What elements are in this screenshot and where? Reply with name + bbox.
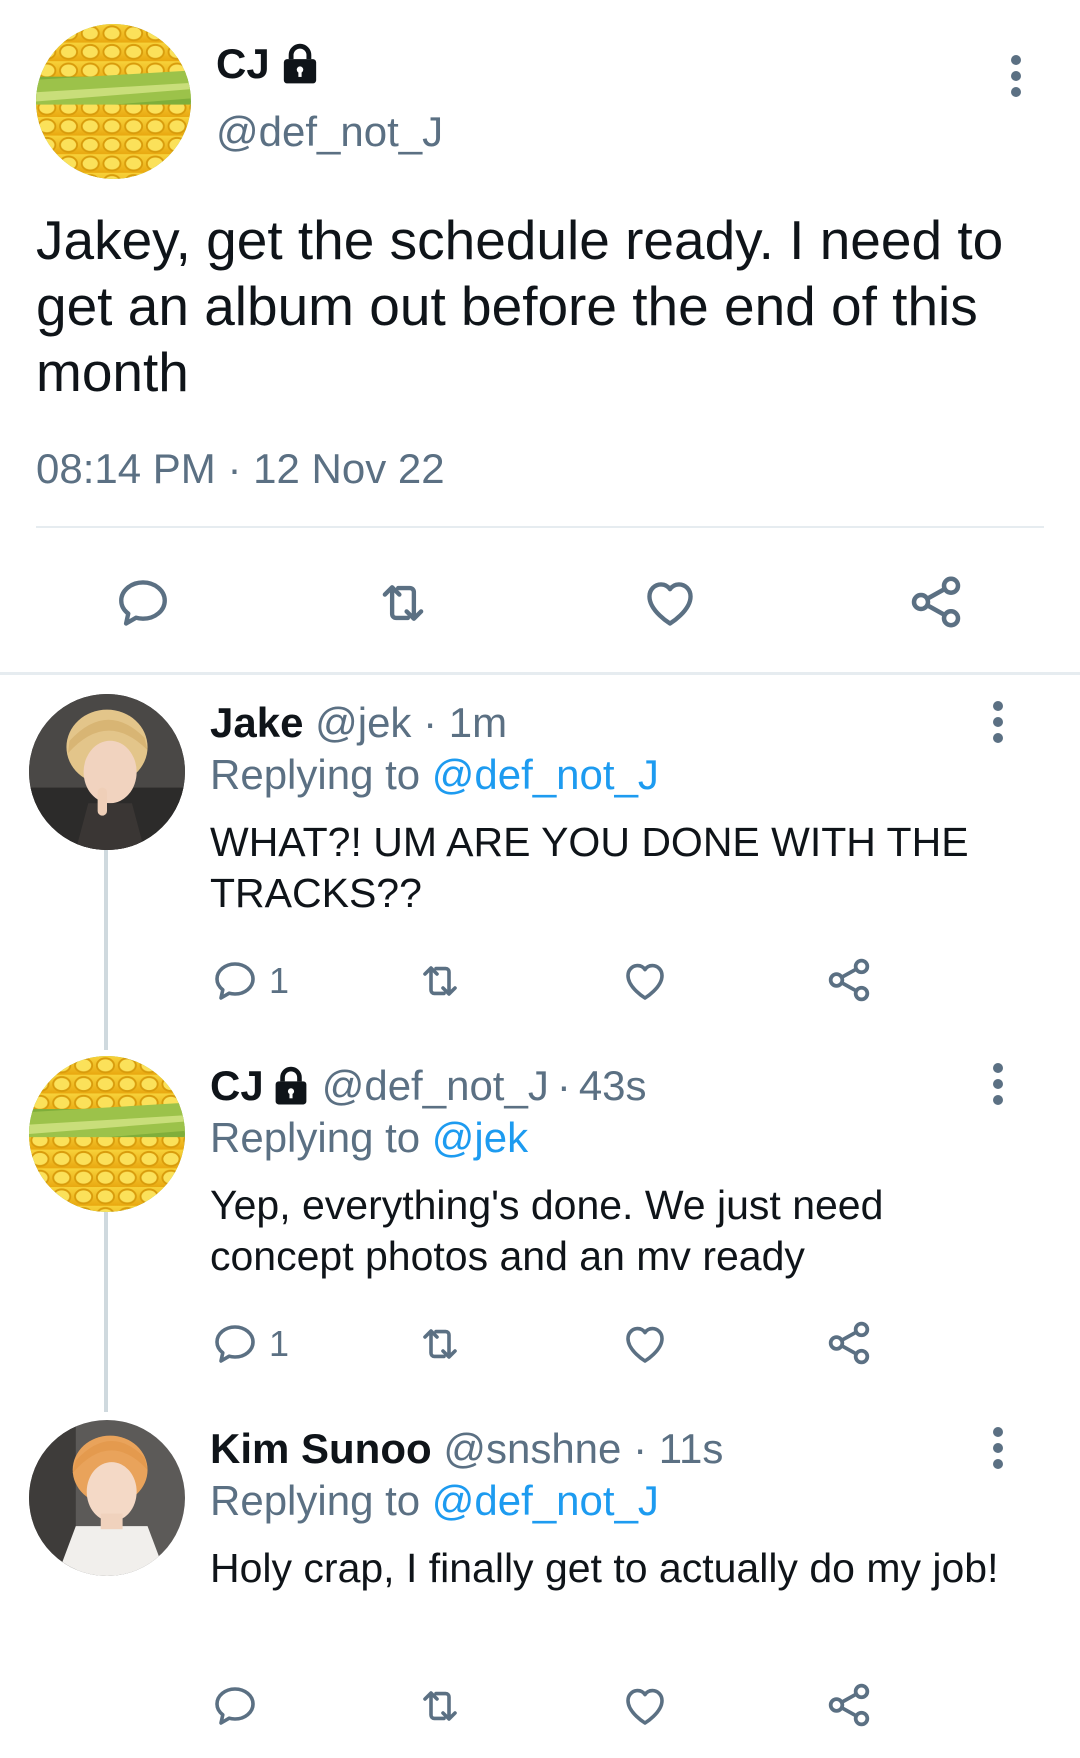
reply-button[interactable] <box>211 1682 269 1730</box>
reply-avatar-jake[interactable] <box>29 694 185 850</box>
replying-to: Replying to @def_not_J <box>210 1477 659 1524</box>
retweet-button[interactable] <box>412 1682 468 1730</box>
section-separator <box>0 672 1080 675</box>
retweet-button[interactable] <box>412 1320 468 1368</box>
reply-avatar-sunoo[interactable] <box>29 1420 185 1576</box>
reply-author-handle[interactable]: @def_not_J <box>322 1061 549 1111</box>
reply-text: WHAT?! UM ARE YOU DONE WITH THE TRACKS?? <box>210 819 969 916</box>
replying-to-link[interactable]: @def_not_J <box>432 751 659 798</box>
reply-author-name[interactable]: Kim Sunoo <box>210 1425 432 1472</box>
reply-author-handle[interactable]: @snshne <box>443 1425 621 1472</box>
reply-button[interactable]: 1 <box>211 1320 289 1368</box>
reply-author-name[interactable]: CJ <box>210 1061 264 1111</box>
main-author-handle[interactable]: @def_not_J <box>216 108 443 156</box>
main-author-header: CJ <box>216 40 320 88</box>
share-button[interactable] <box>824 955 874 1005</box>
reply-text: Yep, everything's done. We just need con… <box>210 1182 884 1279</box>
reply-button[interactable] <box>114 574 172 632</box>
more-vertical-icon[interactable] <box>1008 54 1024 98</box>
share-button[interactable] <box>824 1318 874 1368</box>
lock-icon <box>280 43 320 85</box>
reply-header: Jake @jek · 1m <box>210 699 508 746</box>
reply-header: Kim Sunoo @snshne · 11s <box>210 1425 724 1472</box>
thread-line <box>104 1212 108 1412</box>
reply-author-handle[interactable]: @jek <box>315 699 411 746</box>
more-vertical-icon[interactable] <box>990 700 1006 744</box>
replying-to: Replying to @def_not_J <box>210 751 659 798</box>
main-author-avatar[interactable] <box>36 24 191 179</box>
tweet-timestamp: 08:14 PM · 12 Nov 22 <box>36 445 445 492</box>
lock-icon <box>272 1066 310 1106</box>
replying-to: Replying to @jek <box>210 1114 529 1161</box>
main-author-name[interactable]: CJ <box>216 40 270 88</box>
like-button[interactable] <box>640 574 700 632</box>
tweet-time: 08:14 PM <box>36 445 216 492</box>
reply-age: 11s <box>658 1425 724 1472</box>
share-button[interactable] <box>906 572 966 632</box>
reply-text: Holy crap, I finally get to actually do … <box>210 1545 999 1591</box>
reply-age: 43s <box>578 1062 647 1109</box>
reply-count: 1 <box>269 1323 290 1364</box>
main-tweet-text: Jakey, get the schedule ready. I need to… <box>36 209 1004 403</box>
share-button[interactable] <box>824 1680 874 1730</box>
like-button[interactable] <box>620 957 670 1005</box>
retweet-button[interactable] <box>412 957 468 1005</box>
reply-header: CJ @def_not_J · 43s <box>210 1061 647 1111</box>
reply-age: 1m <box>448 699 508 746</box>
retweet-button[interactable] <box>370 574 436 632</box>
thread-line <box>104 850 108 1050</box>
replying-to-link[interactable]: @jek <box>432 1114 528 1161</box>
tweet-date: 12 Nov 22 <box>253 445 445 492</box>
more-vertical-icon[interactable] <box>990 1426 1006 1470</box>
reply-author-name[interactable]: Jake <box>210 699 303 746</box>
like-button[interactable] <box>620 1682 670 1730</box>
more-vertical-icon[interactable] <box>990 1062 1006 1106</box>
like-button[interactable] <box>620 1320 670 1368</box>
reply-count: 1 <box>269 960 290 1001</box>
reply-avatar-cj[interactable] <box>29 1056 185 1212</box>
reply-button[interactable]: 1 <box>211 957 289 1005</box>
replying-to-link[interactable]: @def_not_J <box>432 1477 659 1524</box>
divider <box>36 526 1044 528</box>
